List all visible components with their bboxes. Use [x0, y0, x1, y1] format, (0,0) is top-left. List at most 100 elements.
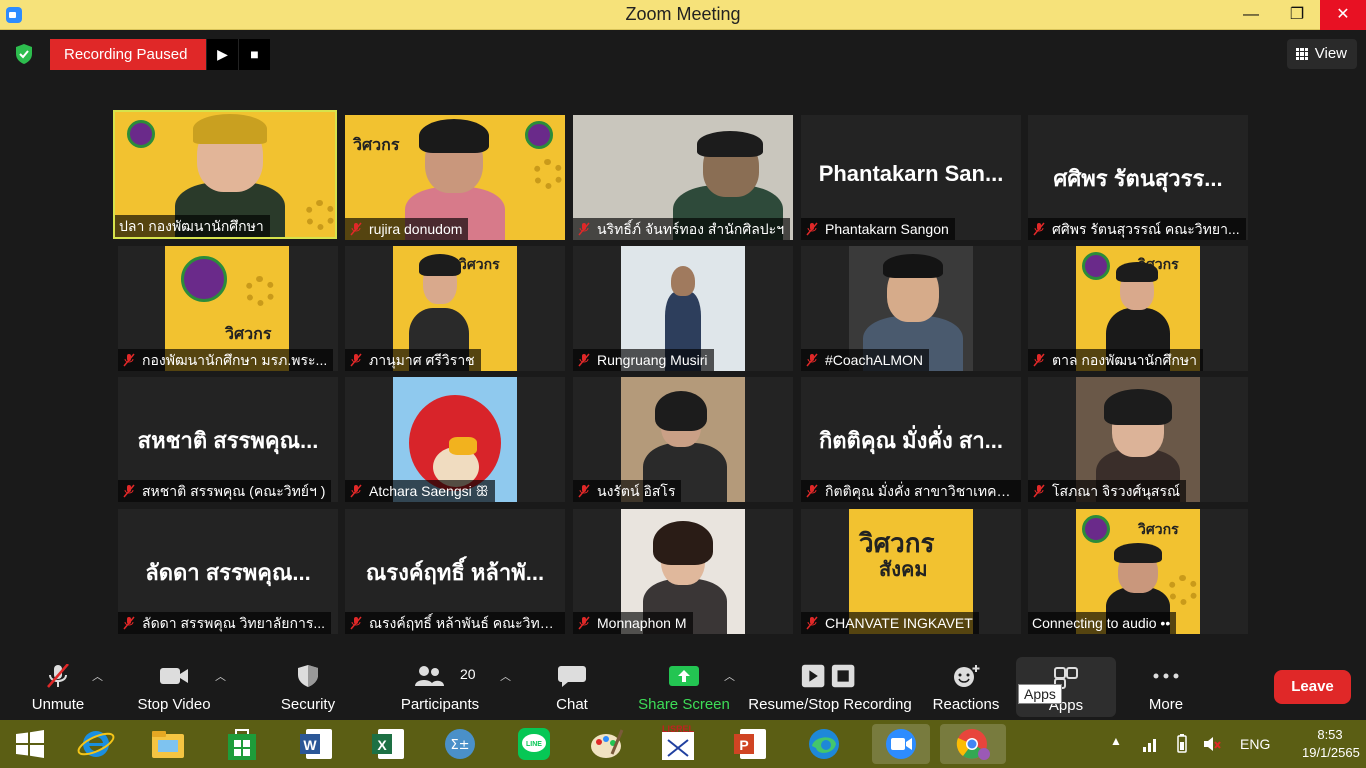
chat-label: Chat — [556, 696, 588, 713]
reactions-label: Reactions — [932, 696, 1000, 713]
microsoft-store-icon[interactable] — [222, 724, 262, 764]
minimize-button[interactable]: — — [1228, 0, 1274, 30]
chrome-browser-icon — [956, 729, 990, 760]
participants-count: 20 — [460, 666, 476, 682]
muted-mic-icon — [123, 353, 135, 367]
file-explorer-icon[interactable] — [148, 724, 188, 764]
poster-text: วิศวกร — [459, 256, 500, 272]
video-tile[interactable]: Rungruang Musiri — [573, 246, 793, 371]
encryption-shield-icon[interactable] — [14, 43, 34, 65]
participant-name: ณรงค์ฤทธิ์ หล้าพันธ์ คณะวิทย... — [345, 612, 565, 634]
video-tile[interactable]: วิศวกร กองพัฒนานักศึกษา มรภ.พระ... — [118, 246, 338, 371]
window-titlebar: Zoom Meeting — ❐ ✕ — [0, 0, 1366, 30]
video-tile[interactable]: ลัดดา สรรพคุณ... ลัดดา สรรพคุณ วิทยาลัยก… — [118, 509, 338, 634]
reactions-button[interactable]: Reactions — [930, 656, 1002, 720]
video-tile[interactable]: วิศวกร ตาล กองพัฒนานักศึกษา — [1028, 246, 1248, 371]
participant-name: สหชาติ สรรพคุณ (คณะวิทย์ฯ ) — [118, 480, 332, 502]
resume-stop-recording-button[interactable]: Resume/Stop Recording — [746, 656, 914, 720]
edge-browser-icon[interactable] — [804, 724, 844, 764]
security-button[interactable]: Security — [270, 656, 346, 720]
video-options-chevron-icon[interactable]: ︿ — [215, 668, 226, 684]
participant-name: CHANVATE INGKAVET — [801, 612, 979, 634]
zoom-taskbar-item[interactable] — [872, 724, 930, 764]
video-tile[interactable]: Atchara Saengsi ꕥ — [345, 377, 565, 502]
video-tile[interactable]: วิศวกร rujira donudom — [345, 115, 565, 240]
svg-text:LINE: LINE — [526, 741, 542, 748]
unmute-button[interactable]: Unmute — [22, 656, 94, 720]
leave-button[interactable]: Leave — [1274, 670, 1351, 704]
maximize-button[interactable]: ❐ — [1274, 0, 1320, 30]
participant-display-name: ลัดดา สรรพคุณ... — [145, 560, 311, 585]
more-label: More — [1148, 696, 1184, 713]
view-label: View — [1314, 45, 1347, 62]
video-tile[interactable]: นงรัตน์ อิสโร — [573, 377, 793, 502]
video-tile[interactable]: สหชาติ สรรพคุณ... สหชาติ สรรพคุณ (คณะวิท… — [118, 377, 338, 502]
university-logo-icon — [525, 121, 553, 149]
muted-mic-icon — [1033, 484, 1045, 498]
excel-icon[interactable]: X — [368, 724, 408, 764]
gear-icon — [1168, 575, 1198, 605]
security-label: Security — [280, 696, 336, 713]
svg-text:LISREL: LISREL — [662, 724, 695, 734]
poster-text: สังคม — [879, 559, 928, 581]
video-tile[interactable]: วิศวกร ภานุมาศ ศรีวิราช — [345, 246, 565, 371]
participant-display-name: กิตติคุณ มั่งคั่ง สา... — [818, 428, 1004, 453]
grid-icon — [1296, 48, 1308, 60]
network-signal-icon[interactable] — [1142, 736, 1160, 752]
participants-button[interactable]: 20 Participants — [396, 656, 484, 720]
math-input-icon[interactable]: Σ± — [440, 724, 480, 764]
powerpoint-icon[interactable]: P — [730, 724, 770, 764]
video-tile[interactable]: กิตติคุณ มั่งคั่ง สา... กิตติคุณ มั่งคั่… — [801, 377, 1021, 502]
recording-bar: Recording Paused ▶ ■ — [50, 39, 270, 70]
svg-text:W: W — [303, 737, 317, 753]
close-button[interactable]: ✕ — [1320, 0, 1366, 30]
taskbar-clock[interactable]: 8:53 19/1/2565 — [1302, 726, 1360, 762]
more-dots-icon — [1153, 673, 1179, 679]
participant-name: นริทธิ์ภ์ จันทร์ทอง สำนักศิลปะฯ — [573, 218, 791, 240]
video-tile[interactable]: Monnaphon M — [573, 509, 793, 634]
more-button[interactable]: More — [1136, 656, 1196, 720]
chrome-taskbar-item[interactable] — [940, 724, 1006, 764]
participant-display-name: ณรงค์ฤทธิ์ หล้าพั... — [365, 560, 545, 585]
video-tile[interactable]: #CoachALMON — [801, 246, 1021, 371]
stop-recording-button[interactable]: ■ — [238, 39, 270, 70]
internet-explorer-icon[interactable] — [76, 724, 116, 764]
lisrel-icon[interactable]: LISREL — [658, 724, 698, 764]
muted-mic-icon — [578, 616, 590, 630]
chat-button[interactable]: Chat — [545, 656, 599, 720]
show-hidden-icons-chevron-icon[interactable]: ▲ — [1110, 734, 1122, 748]
word-icon[interactable]: W — [296, 724, 336, 764]
input-language[interactable]: ENG — [1240, 736, 1270, 752]
video-tile[interactable]: ปลา กองพัฒนานักศึกษา — [113, 110, 337, 239]
participant-display-name: Phantakarn San... — [818, 161, 1004, 186]
muted-mic-icon — [806, 484, 818, 498]
svg-text:X: X — [377, 737, 387, 753]
video-tile[interactable]: วิศวกร สังคม CHANVATE INGKAVET — [801, 509, 1021, 634]
video-tile[interactable]: ณรงค์ฤทธิ์ หล้าพั... ณรงค์ฤทธิ์ หล้าพันธ… — [345, 509, 565, 634]
video-tile[interactable]: Phantakarn San... Phantakarn Sangon — [801, 115, 1021, 240]
university-logo-icon — [1082, 515, 1110, 543]
view-button[interactable]: View — [1287, 39, 1357, 69]
resume-recording-button[interactable]: ▶ — [206, 39, 238, 70]
share-options-chevron-icon[interactable]: ︿ — [724, 668, 735, 684]
muted-mic-icon — [47, 664, 69, 688]
participant-name: rujira donudom — [345, 218, 469, 240]
share-screen-button[interactable]: Share Screen — [636, 656, 732, 720]
video-tile[interactable]: นริทธิ์ภ์ จันทร์ทอง สำนักศิลปะฯ — [573, 115, 793, 240]
participant-name: Phantakarn Sangon — [801, 218, 955, 240]
stop-video-button[interactable]: Stop Video — [134, 656, 214, 720]
participants-options-chevron-icon[interactable]: ︿ — [500, 668, 511, 684]
poster-text: วิศวกร — [353, 137, 400, 154]
battery-icon[interactable] — [1174, 734, 1190, 754]
participants-label: Participants — [400, 696, 480, 713]
speaker-muted-icon[interactable] — [1202, 734, 1222, 754]
audio-options-chevron-icon[interactable]: ︿ — [92, 668, 103, 684]
video-tile[interactable]: ศศิพร รัตนสุวรร... ศศิพร รัตนสุวรรณ์ คณะ… — [1028, 115, 1248, 240]
paint-icon[interactable] — [586, 724, 626, 764]
line-app-icon[interactable]: LINE — [514, 724, 554, 764]
video-tile[interactable]: วิศวกร Connecting to audio •• — [1028, 509, 1248, 634]
video-camera-icon — [160, 668, 188, 684]
university-logo-icon — [1082, 252, 1110, 280]
windows-start-icon[interactable] — [10, 724, 50, 764]
video-tile[interactable]: โสภณา จิรวงศ์นุสรณ์ — [1028, 377, 1248, 502]
